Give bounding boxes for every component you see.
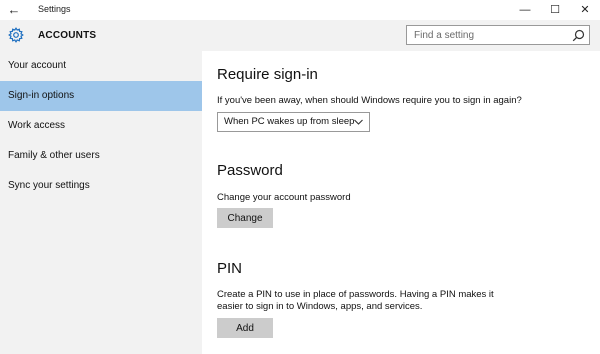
main-content: Require sign-in If you've been away, whe… <box>202 51 600 354</box>
page-title: ACCOUNTS <box>38 30 97 41</box>
sidebar-item-sync-settings[interactable]: Sync your settings <box>0 171 202 201</box>
pin-description-line1: Create a PIN to use in place of password… <box>217 289 494 300</box>
require-signin-question: If you've been away, when should Windows… <box>217 95 522 106</box>
add-pin-button[interactable]: Add <box>217 318 273 338</box>
search-box[interactable] <box>406 25 590 45</box>
sidebar-item-work-access[interactable]: Work access <box>0 111 202 141</box>
search-icon[interactable] <box>572 29 585 42</box>
sidebar-item-family-other-users[interactable]: Family & other users <box>0 141 202 171</box>
dropdown-selected-value: When PC wakes up from sleep <box>224 116 355 127</box>
gear-icon <box>8 27 24 43</box>
pin-title: PIN <box>217 260 243 277</box>
back-arrow-icon[interactable]: ← <box>6 2 22 18</box>
password-title: Password <box>217 162 283 179</box>
maximize-button[interactable]: ☐ <box>540 0 570 20</box>
sidebar-item-sign-in-options[interactable]: Sign-in options <box>0 81 202 111</box>
window-title: Settings <box>38 4 71 14</box>
pin-description-line2: easier to sign in to Windows, apps, and … <box>217 301 423 312</box>
require-signin-title: Require sign-in <box>217 66 318 83</box>
minimize-button[interactable]: — <box>510 0 540 20</box>
sidebar-item-your-account[interactable]: Your account <box>0 51 202 81</box>
sidebar-nav: Your account Sign-in options Work access… <box>0 51 202 354</box>
close-button[interactable]: ✕ <box>570 0 600 20</box>
search-input[interactable] <box>407 26 567 44</box>
chevron-down-icon <box>354 119 363 125</box>
change-password-button[interactable]: Change <box>217 208 273 228</box>
password-description: Change your account password <box>217 192 351 203</box>
require-signin-dropdown[interactable]: When PC wakes up from sleep <box>217 112 370 132</box>
title-bar: ← Settings — ☐ ✕ <box>0 0 600 20</box>
